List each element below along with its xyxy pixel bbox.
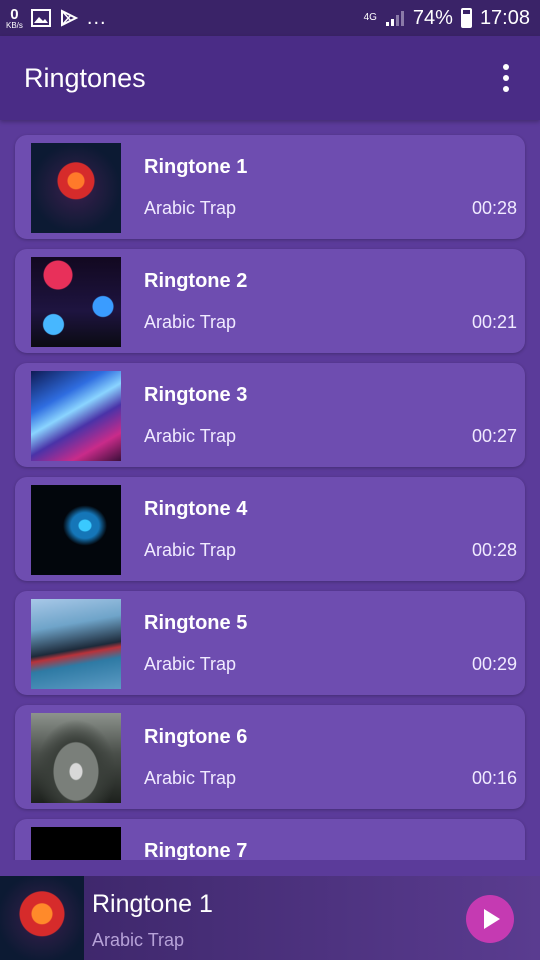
list-item[interactable]: Ringtone 2 Arabic Trap 00:21 xyxy=(15,249,525,353)
ringtone-artist: Arabic Trap xyxy=(144,198,237,218)
ringtone-duration: 00:28 xyxy=(471,540,517,560)
status-bar: 0 KB/s ... 4G 74% 17:08 xyxy=(0,0,540,36)
play-button[interactable] xyxy=(466,895,514,943)
ringtone-artist: Arabic Trap xyxy=(144,312,237,332)
dot xyxy=(503,64,509,70)
ringtone-artist: Arabic Trap xyxy=(144,540,237,560)
battery-icon xyxy=(460,8,472,28)
signal-icon xyxy=(385,11,404,26)
ringtone-duration: 00:29 xyxy=(471,654,517,674)
ringtone-title: Ringtone 2 xyxy=(144,270,248,292)
network-speed-value: 0 xyxy=(10,5,19,23)
ringtone-thumbnail xyxy=(31,827,121,860)
ringtone-artist: Arabic Trap xyxy=(144,654,237,674)
now-playing-artist: Arabic Trap xyxy=(92,930,185,950)
list-item[interactable]: Ringtone 7 xyxy=(15,819,525,860)
list-item[interactable]: Ringtone 5 Arabic Trap 00:29 xyxy=(15,591,525,695)
list-item[interactable]: Ringtone 4 Arabic Trap 00:28 xyxy=(15,477,525,581)
ringtone-title: Ringtone 6 xyxy=(144,726,248,748)
mini-player[interactable]: Ringtone 1 Arabic Trap xyxy=(0,876,540,960)
play-store-icon xyxy=(60,9,79,27)
ringtone-thumbnail xyxy=(31,713,121,803)
more-vert-icon[interactable] xyxy=(494,58,518,98)
page-title: Ringtones xyxy=(24,62,146,93)
ringtone-duration: 00:28 xyxy=(471,198,517,218)
app-bar: Ringtones xyxy=(0,36,540,120)
now-playing-thumbnail xyxy=(0,876,84,960)
ringtone-title: Ringtone 5 xyxy=(144,612,248,634)
network-speed: 0 KB/s xyxy=(6,7,23,30)
dot xyxy=(503,75,509,81)
ringtone-duration: 00:21 xyxy=(471,312,517,332)
ringtone-title: Ringtone 7 xyxy=(144,840,248,860)
ringtone-list[interactable]: Ringtone 1 Arabic Trap 00:28 Ringtone 2 … xyxy=(0,120,540,860)
list-item[interactable]: Ringtone 3 Arabic Trap 00:27 xyxy=(15,363,525,467)
ringtone-thumbnail xyxy=(31,599,121,689)
ringtone-title: Ringtone 3 xyxy=(144,384,248,406)
ringtone-thumbnail xyxy=(31,485,121,575)
play-icon xyxy=(484,909,500,929)
ringtone-duration: 00:27 xyxy=(471,426,517,446)
dot xyxy=(503,86,509,92)
list-item[interactable]: Ringtone 6 Arabic Trap 00:16 xyxy=(15,705,525,809)
status-bar-left: 0 KB/s ... xyxy=(6,7,107,30)
network-type: 4G xyxy=(363,12,377,23)
clock: 17:08 xyxy=(479,6,530,29)
battery-percent: 74% xyxy=(412,6,453,29)
more-notifications: ... xyxy=(86,6,107,29)
list-item[interactable]: Ringtone 1 Arabic Trap 00:28 xyxy=(15,135,525,239)
now-playing-title: Ringtone 1 xyxy=(92,890,213,918)
ringtone-thumbnail xyxy=(31,371,121,461)
ringtone-title: Ringtone 4 xyxy=(144,498,248,520)
image-icon xyxy=(30,9,51,27)
ringtone-artist: Arabic Trap xyxy=(144,426,237,446)
ringtone-duration: 00:16 xyxy=(471,768,517,788)
status-bar-right: 4G 74% 17:08 xyxy=(364,7,530,30)
ringtone-artist: Arabic Trap xyxy=(144,768,237,788)
ringtone-thumbnail xyxy=(31,257,121,347)
ringtone-thumbnail xyxy=(31,143,121,233)
ringtone-title: Ringtone 1 xyxy=(144,156,248,178)
network-speed-unit: KB/s xyxy=(6,20,23,30)
